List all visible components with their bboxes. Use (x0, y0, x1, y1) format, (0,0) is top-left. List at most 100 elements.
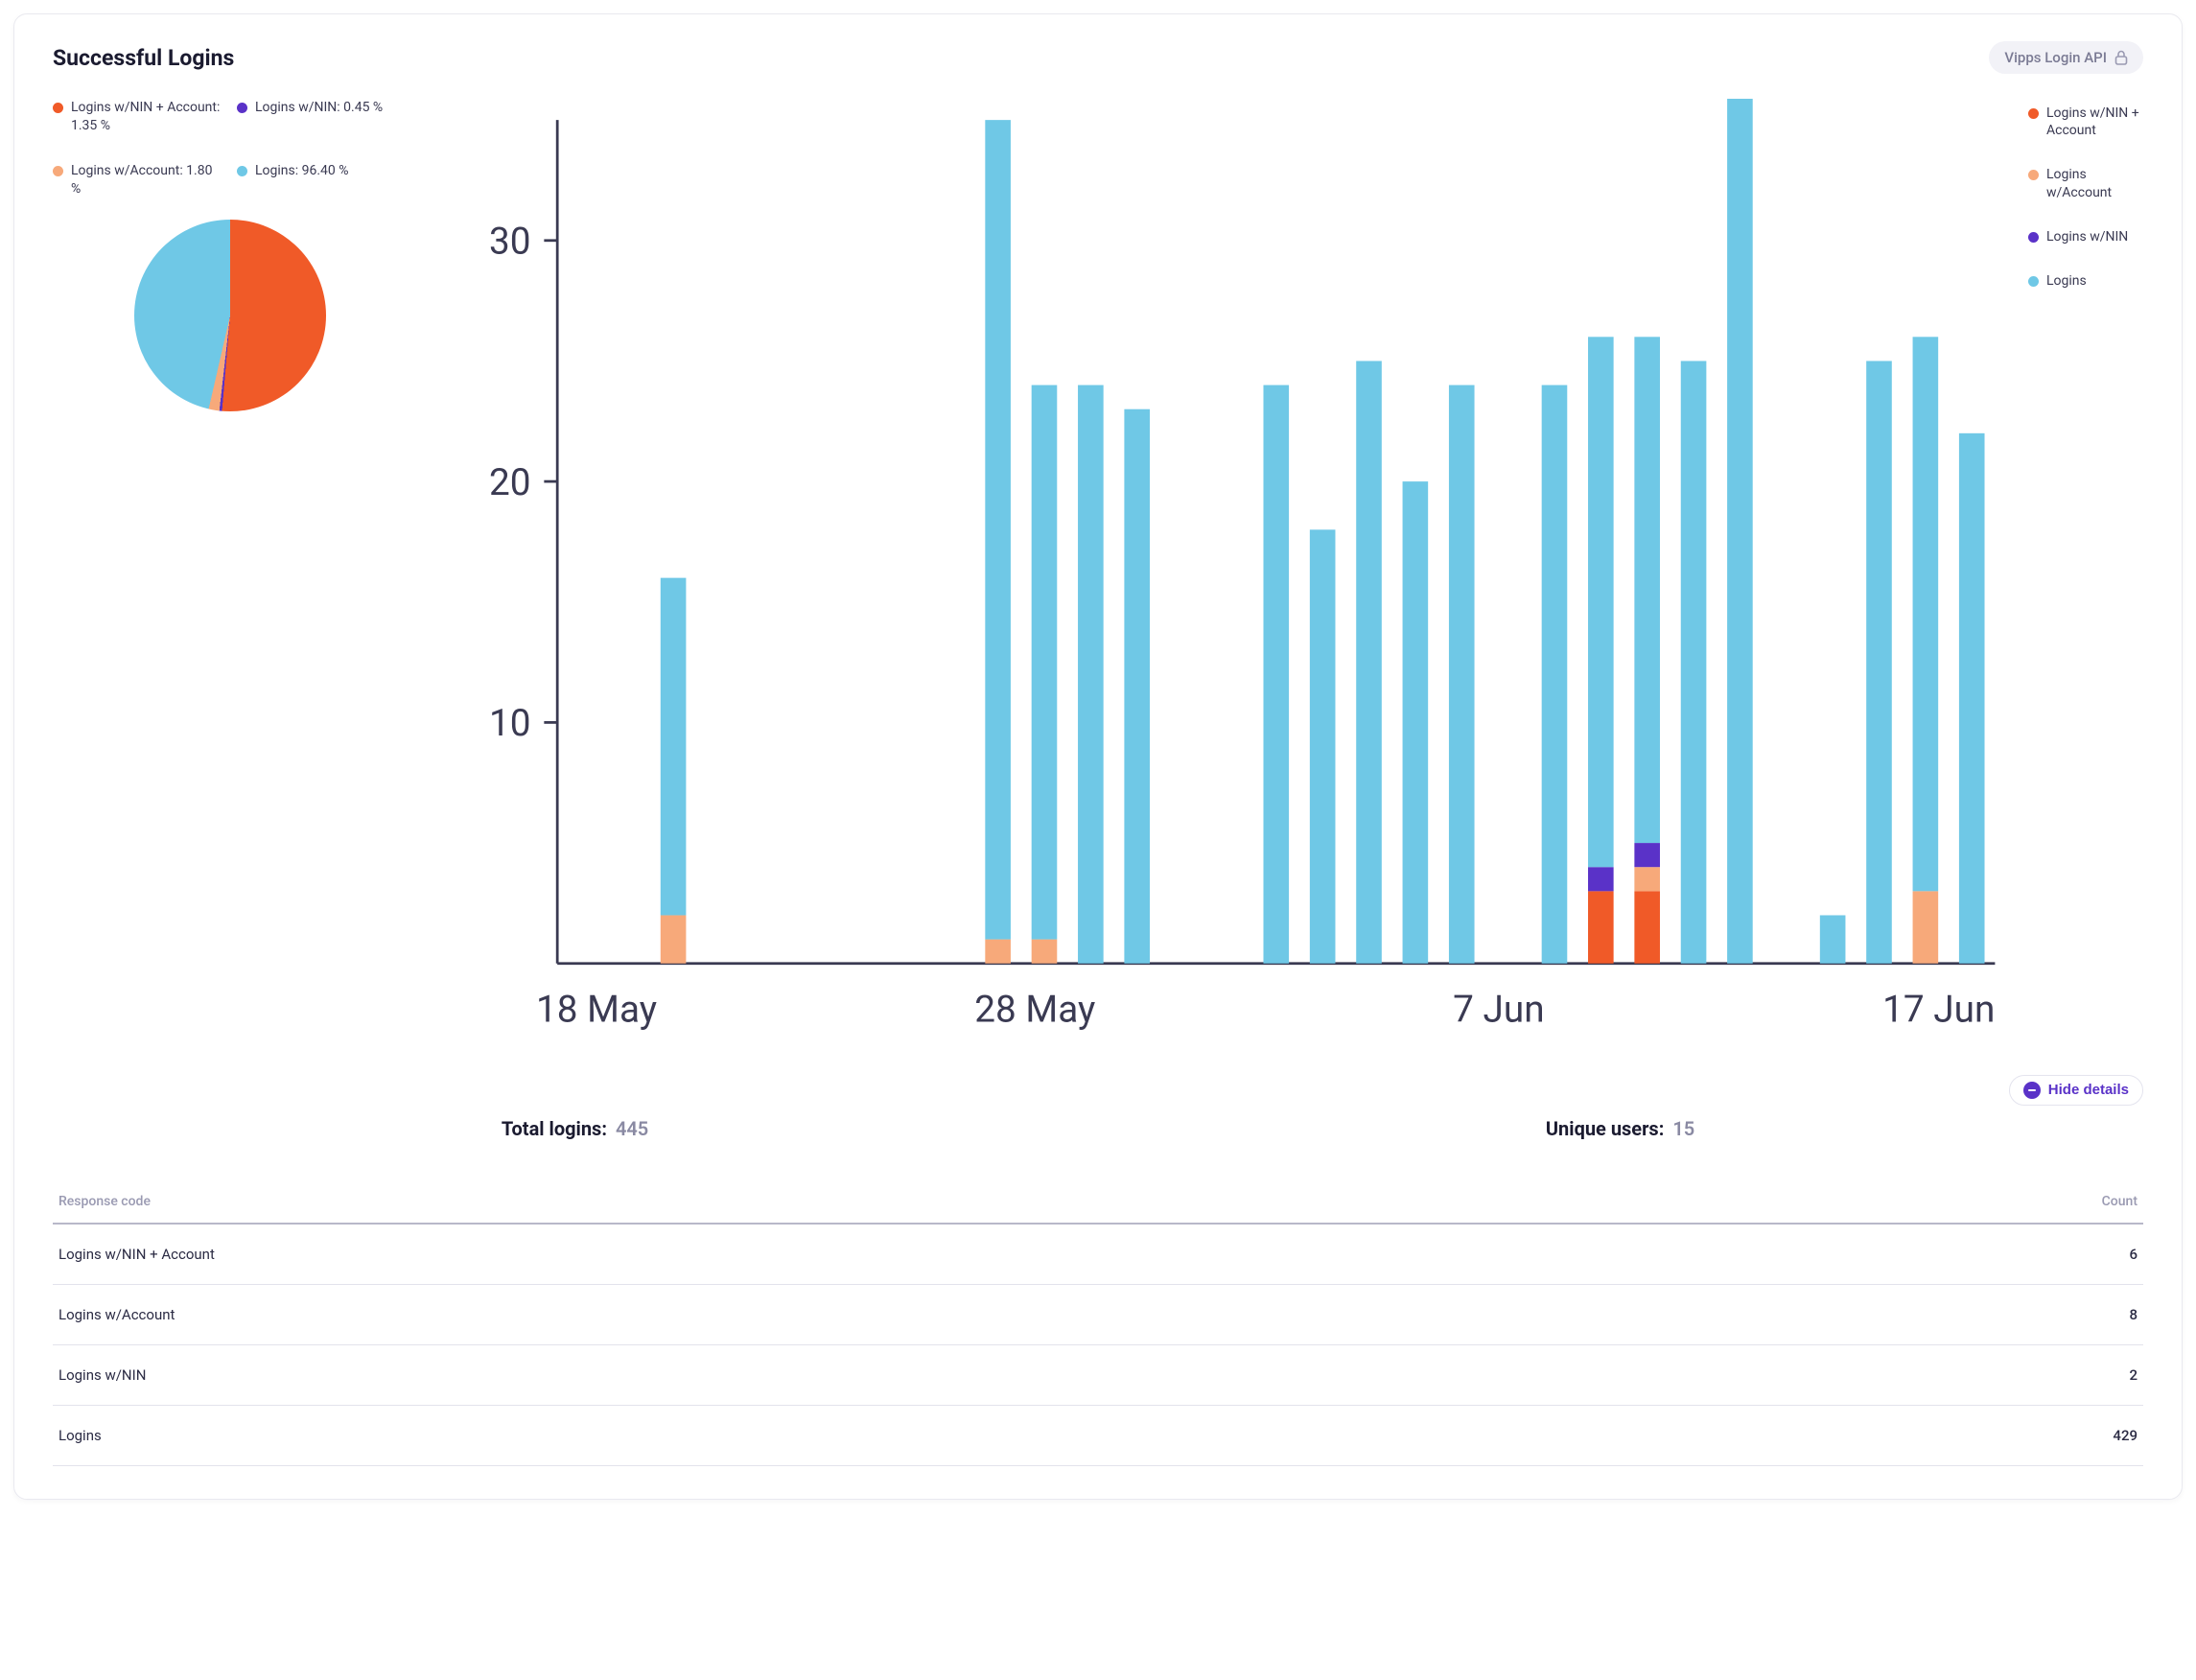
legend-label: Logins w/NIN + Account (2046, 105, 2143, 139)
bar-segment (1542, 385, 1568, 964)
cell-count: 8 (1683, 1284, 2143, 1344)
bar-chart-wrap: 10 20 30 18 May 28 May 7 Jun 17 Jun (446, 99, 2011, 1058)
svg-text:30: 30 (489, 221, 531, 264)
legend-label: Logins: 96.40 % (255, 162, 349, 180)
bar-segment (1959, 433, 1985, 964)
bar-segment (1263, 385, 1289, 964)
hide-details-label: Hide details (2048, 1082, 2129, 1098)
svg-text:10: 10 (489, 702, 531, 745)
bar-segment (1634, 867, 1660, 891)
pie-block: Logins w/NIN + Account: 1.35 % Logins w/N… (53, 99, 408, 411)
minus-circle-icon (2023, 1082, 2041, 1099)
table-row: Logins w/NIN + Account6 (53, 1224, 2143, 1285)
bar-segment (1913, 337, 1939, 891)
cell-count: 429 (1683, 1405, 2143, 1465)
bar-segment (1356, 361, 1382, 963)
metric-total-value: 445 (616, 1117, 648, 1140)
legend-dot (53, 166, 63, 176)
svg-text:20: 20 (489, 461, 531, 504)
svg-text:17 Jun: 17 Jun (1882, 989, 1995, 1032)
legend-dot (2028, 108, 2039, 119)
bar-segment (1588, 337, 1614, 867)
pie-chart (134, 220, 326, 411)
cell-response-code: Logins (53, 1405, 1683, 1465)
bar-legend-item[interactable]: Logins w/NIN (2028, 228, 2143, 245)
bar-segment (661, 915, 687, 963)
bar-chart: 10 20 30 18 May 28 May 7 Jun 17 Jun (446, 99, 2011, 1054)
metric-total-label: Total logins: (502, 1117, 607, 1140)
legend-label: Logins w/NIN + Account: 1.35 % (71, 99, 223, 135)
bar-legend-item[interactable]: Logins (2028, 272, 2143, 290)
bar-segment (1634, 891, 1660, 963)
svg-text:28 May: 28 May (974, 989, 1095, 1032)
bar-legend-item[interactable]: Logins w/NIN + Account (2028, 105, 2143, 139)
metric-total-logins: Total logins: 445 (502, 1117, 648, 1140)
bar-segment (1124, 409, 1150, 964)
hide-details-button[interactable]: Hide details (2009, 1075, 2143, 1106)
response-table: Response code Count Logins w/NIN + Accou… (53, 1184, 2143, 1466)
metric-unique-label: Unique users: (1546, 1117, 1664, 1140)
legend-label: Logins w/NIN (2046, 228, 2128, 245)
pie-legend: Logins w/NIN + Account: 1.35 % Logins w/N… (53, 99, 408, 198)
bar-segment (1588, 867, 1614, 891)
bar-segment (1449, 385, 1475, 964)
bar-segment (1681, 361, 1707, 963)
bar-legend-item[interactable]: Logins w/Account (2028, 166, 2143, 200)
bar-segment (1310, 529, 1336, 963)
svg-text:18 May: 18 May (536, 989, 657, 1032)
legend-dot (2028, 232, 2039, 243)
legend-dot (237, 166, 247, 176)
api-pill-label: Vipps Login API (2004, 49, 2107, 66)
metric-unique-value: 15 (1672, 1117, 1694, 1140)
bar-segment (1866, 361, 1892, 963)
bar-segment (1403, 481, 1429, 964)
lock-icon (2114, 50, 2128, 65)
successful-logins-card: Successful Logins Vipps Login API Logins… (13, 13, 2183, 1500)
cell-count: 2 (1683, 1344, 2143, 1405)
bar-segment (1078, 385, 1104, 964)
api-pill[interactable]: Vipps Login API (1989, 41, 2143, 74)
bar-segment (1032, 940, 1058, 964)
cell-count: 6 (1683, 1224, 2143, 1285)
cell-response-code: Logins w/NIN + Account (53, 1224, 1683, 1285)
legend-dot (53, 103, 63, 113)
bar-segment (1913, 891, 1939, 963)
bar-block: 10 20 30 18 May 28 May 7 Jun 17 Jun Logins w/N… (446, 99, 2143, 1058)
bar-segment (1727, 99, 1753, 964)
legend-label: Logins w/Account (2046, 166, 2143, 200)
svg-text:7 Jun: 7 Jun (1453, 989, 1544, 1032)
bar-segment (985, 940, 1011, 964)
details-toggle-row: Hide details (53, 1075, 2143, 1106)
pie-wrap (53, 220, 408, 411)
bar-segment (661, 578, 687, 916)
cell-response-code: Logins w/NIN (53, 1344, 1683, 1405)
charts-row: Logins w/NIN + Account: 1.35 % Logins w/N… (53, 99, 2143, 1058)
col-response-code: Response code (53, 1184, 1683, 1224)
legend-label: Logins w/NIN: 0.45 % (255, 99, 383, 117)
legend-dot (237, 103, 247, 113)
table-row: Logins429 (53, 1405, 2143, 1465)
table-row: Logins w/Account8 (53, 1284, 2143, 1344)
card-title: Successful Logins (53, 45, 234, 71)
bar-segment (1820, 915, 1846, 963)
bar-segment (1032, 385, 1058, 940)
legend-dot (2028, 276, 2039, 287)
pie-legend-item[interactable]: Logins w/Account: 1.80 % (53, 162, 223, 198)
legend-dot (2028, 170, 2039, 180)
pie-legend-item[interactable]: Logins w/NIN + Account: 1.35 % (53, 99, 223, 135)
bar-segment (1634, 843, 1660, 867)
bar-legend: Logins w/NIN + Account Logins w/Account Lo… (2028, 99, 2143, 1058)
legend-label: Logins w/Account: 1.80 % (71, 162, 223, 198)
legend-label: Logins (2046, 272, 2087, 290)
metric-unique-users: Unique users: 15 (1546, 1117, 1694, 1140)
bar-segment (1588, 891, 1614, 963)
bar-segment (1634, 337, 1660, 843)
card-header: Successful Logins Vipps Login API (53, 41, 2143, 74)
metrics-row: Total logins: 445 Unique users: 15 (53, 1117, 2143, 1140)
bar-segment (985, 120, 1011, 939)
table-row: Logins w/NIN2 (53, 1344, 2143, 1405)
pie-legend-item[interactable]: Logins: 96.40 % (237, 162, 408, 198)
col-count: Count (1683, 1184, 2143, 1224)
pie-legend-item[interactable]: Logins w/NIN: 0.45 % (237, 99, 408, 135)
cell-response-code: Logins w/Account (53, 1284, 1683, 1344)
